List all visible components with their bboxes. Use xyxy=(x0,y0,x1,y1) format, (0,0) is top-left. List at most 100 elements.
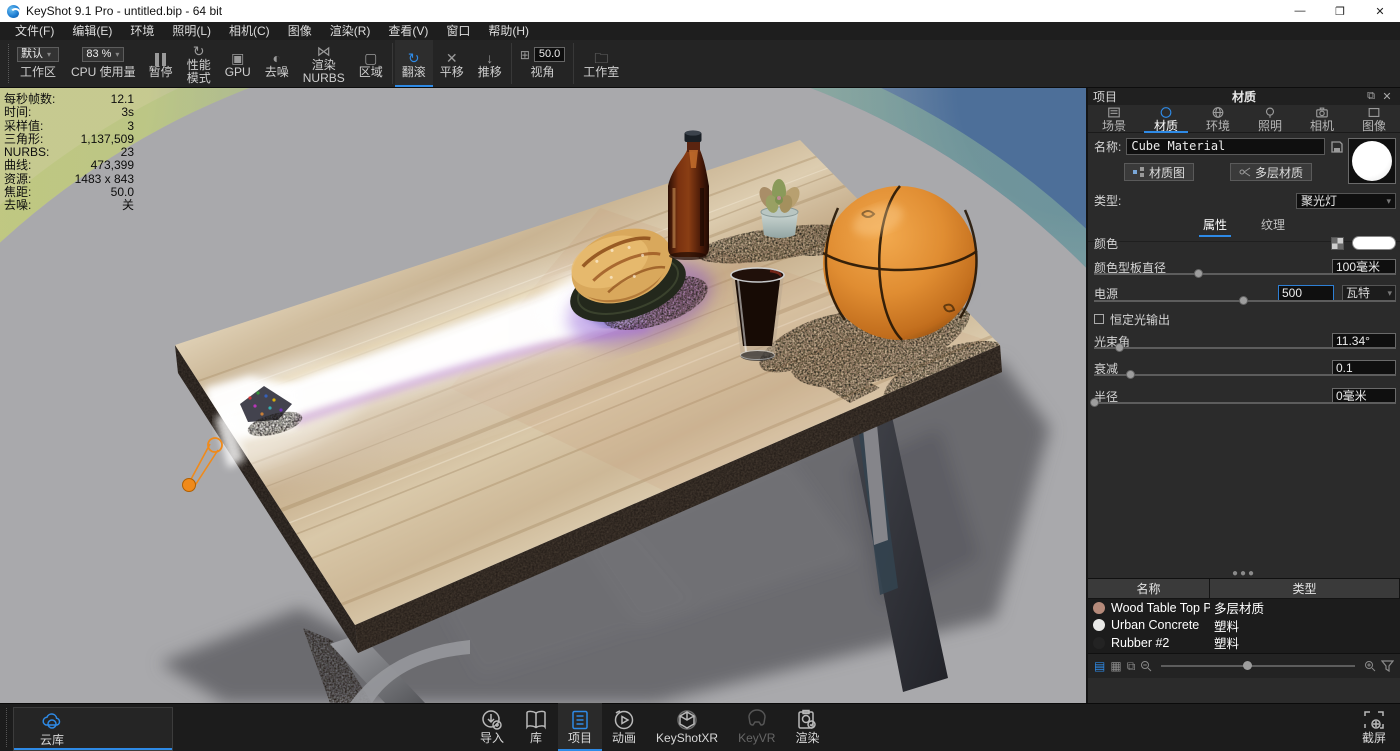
menu-view[interactable]: 查看(V) xyxy=(379,22,437,40)
zoom-in-icon[interactable] xyxy=(1364,660,1376,672)
keyshot-window: KeyShot 9.1 Pro - untitled.bip - 64 bit … xyxy=(0,0,1400,751)
ribbon-grip[interactable] xyxy=(1,708,7,747)
column-header-type[interactable]: 类型 xyxy=(1210,579,1400,598)
toolbar-grip[interactable] xyxy=(2,44,9,83)
menu-edit[interactable]: 编辑(E) xyxy=(63,22,121,40)
cpu-usage-selector[interactable]: 83 % CPU 使用量 xyxy=(65,40,142,87)
render-button[interactable]: 渲染 xyxy=(785,703,829,751)
performance-mode-icon: ↻ xyxy=(193,42,205,59)
project-tabs: 场景 材质 环境 照明 相机 图像 xyxy=(1088,105,1400,133)
menu-image[interactable]: 图像 xyxy=(279,22,321,40)
pan-button[interactable]: ✕ 平移 xyxy=(433,40,471,87)
tumble-button[interactable]: ↻ 翻滚 xyxy=(395,40,433,87)
project-button[interactable]: 项目 xyxy=(558,703,602,751)
radius-slider[interactable] xyxy=(1094,398,1396,408)
fov-value[interactable]: 50.0 xyxy=(534,47,565,62)
material-row[interactable]: Urban Concrete塑料 xyxy=(1088,617,1400,635)
menu-window[interactable]: 窗口 xyxy=(437,22,479,40)
panel-float-button[interactable]: ⧉ xyxy=(1363,90,1379,103)
column-header-name[interactable]: 名称 xyxy=(1088,579,1210,598)
material-preview-sphere xyxy=(1352,141,1392,181)
menu-camera[interactable]: 相机(C) xyxy=(220,22,279,40)
grid-view-icon[interactable]: ▦ xyxy=(1110,660,1121,672)
library-button[interactable]: 库 xyxy=(514,703,558,751)
menu-file[interactable]: 文件(F) xyxy=(6,22,63,40)
performance-mode-button[interactable]: ↻ 性能模式 xyxy=(180,40,218,87)
environment-globe-icon xyxy=(1211,106,1225,119)
material-swatch xyxy=(1093,602,1105,614)
dolly-button[interactable]: ↓ 推移 xyxy=(471,40,509,87)
render-nurbs-button[interactable]: ⋈ 渲染NURBS xyxy=(296,40,352,87)
color-swatch[interactable] xyxy=(1352,236,1396,250)
menu-lighting[interactable]: 照明(L) xyxy=(163,22,220,40)
studio-button[interactable]: 🗀 工作室 xyxy=(576,40,626,87)
main-toolbar: 默认 工作区 83 % CPU 使用量 暂停 ↻ 性能模式 ▣ GPU ◐ 去噪… xyxy=(0,40,1400,88)
menu-help[interactable]: 帮助(H) xyxy=(479,22,538,40)
gpu-button[interactable]: ▣ GPU xyxy=(218,40,258,87)
scene-icon xyxy=(1107,106,1121,119)
beam-angle-slider[interactable] xyxy=(1094,343,1396,353)
panel-header-left: 项目 xyxy=(1093,88,1117,105)
menu-environment[interactable]: 环境 xyxy=(121,22,163,40)
fov-control[interactable]: ⊞50.0 视角 xyxy=(514,40,571,87)
animation-play-icon xyxy=(612,709,636,731)
title-bar: KeyShot 9.1 Pro - untitled.bip - 64 bit … xyxy=(0,0,1400,22)
constant-light-checkbox[interactable] xyxy=(1094,314,1104,324)
region-button[interactable]: ▢ 区域 xyxy=(352,40,390,87)
basketball[interactable] xyxy=(823,186,977,340)
filter-funnel-icon[interactable] xyxy=(1381,660,1394,672)
constant-light-label: 恒定光输出 xyxy=(1110,311,1170,328)
minimize-button[interactable]: — xyxy=(1280,0,1320,22)
workspace-dropdown[interactable]: 默认 xyxy=(17,47,59,62)
tab-environment[interactable]: 环境 xyxy=(1192,105,1244,132)
tumble-icon: ↻ xyxy=(408,48,420,66)
multilayer-material-button[interactable]: 多层材质 xyxy=(1230,163,1312,181)
material-sphere-icon xyxy=(1159,106,1173,119)
dolly-icon: ↓ xyxy=(486,48,493,66)
menu-render[interactable]: 渲染(R) xyxy=(321,22,380,40)
toolbar-separator xyxy=(511,43,512,84)
diameter-slider[interactable] xyxy=(1094,269,1396,279)
maximize-button[interactable]: ❐ xyxy=(1320,0,1360,22)
material-graph-button[interactable]: 材质图 xyxy=(1124,163,1194,181)
denoise-button[interactable]: ◐ 去噪 xyxy=(258,40,296,87)
material-name-input[interactable]: Cube Material xyxy=(1126,138,1325,155)
cloud-icon xyxy=(40,711,64,733)
close-button[interactable]: ✕ xyxy=(1360,0,1400,22)
keyvr-headset-icon xyxy=(745,709,769,731)
cloud-library-button[interactable]: 云库 xyxy=(13,707,173,751)
tab-lighting[interactable]: 照明 xyxy=(1244,105,1296,132)
light-type-dropdown[interactable]: 聚光灯 xyxy=(1296,193,1396,209)
save-material-icon[interactable] xyxy=(1330,140,1344,154)
render-stats-overlay: 每秒帧数:12.1 时间:3s 采样值:3 三角形:1,137,509 NURB… xyxy=(4,93,134,213)
fov-label: 视角 xyxy=(531,63,555,80)
keyshotxr-button[interactable]: KeyShotXR xyxy=(646,703,728,751)
power-slider[interactable] xyxy=(1094,296,1396,306)
thumbnail-size-slider[interactable] xyxy=(1161,665,1355,667)
animation-button[interactable]: 动画 xyxy=(602,703,646,751)
zoom-out-icon[interactable] xyxy=(1140,660,1152,672)
screenshot-button[interactable]: 截屏 xyxy=(1352,703,1396,751)
tab-scene[interactable]: 场景 xyxy=(1088,105,1140,132)
keyvr-button[interactable]: KeyVR xyxy=(728,703,785,751)
cpu-usage-dropdown[interactable]: 83 % xyxy=(82,47,124,62)
material-preview[interactable] xyxy=(1348,138,1396,184)
import-button[interactable]: 导入 xyxy=(470,703,514,751)
material-row[interactable]: Wood Table Top P多层材质 xyxy=(1088,599,1400,617)
camera-icon xyxy=(1315,106,1329,119)
falloff-slider[interactable] xyxy=(1094,370,1396,380)
color-texture-icon[interactable] xyxy=(1331,237,1344,250)
material-name-label: 名称: xyxy=(1094,138,1121,155)
tree-view-icon[interactable]: ⧉ xyxy=(1127,660,1136,672)
workspace-selector[interactable]: 默认 工作区 xyxy=(11,40,65,87)
list-view-icon[interactable]: ▤ xyxy=(1094,660,1105,672)
panel-close-button[interactable]: ✕ xyxy=(1379,90,1395,103)
tab-image[interactable]: 图像 xyxy=(1348,105,1400,132)
realtime-viewport[interactable]: 每秒帧数:12.1 时间:3s 采样值:3 三角形:1,137,509 NURB… xyxy=(0,88,1086,703)
viewport-3d-scene[interactable] xyxy=(0,88,1086,703)
pause-button[interactable]: 暂停 xyxy=(142,40,180,87)
material-row[interactable]: Rubber #2塑料 xyxy=(1088,634,1400,652)
tab-camera[interactable]: 相机 xyxy=(1296,105,1348,132)
tab-material[interactable]: 材质 xyxy=(1140,105,1192,132)
project-panel-header: 项目 材质 ⧉ ✕ xyxy=(1088,88,1400,105)
